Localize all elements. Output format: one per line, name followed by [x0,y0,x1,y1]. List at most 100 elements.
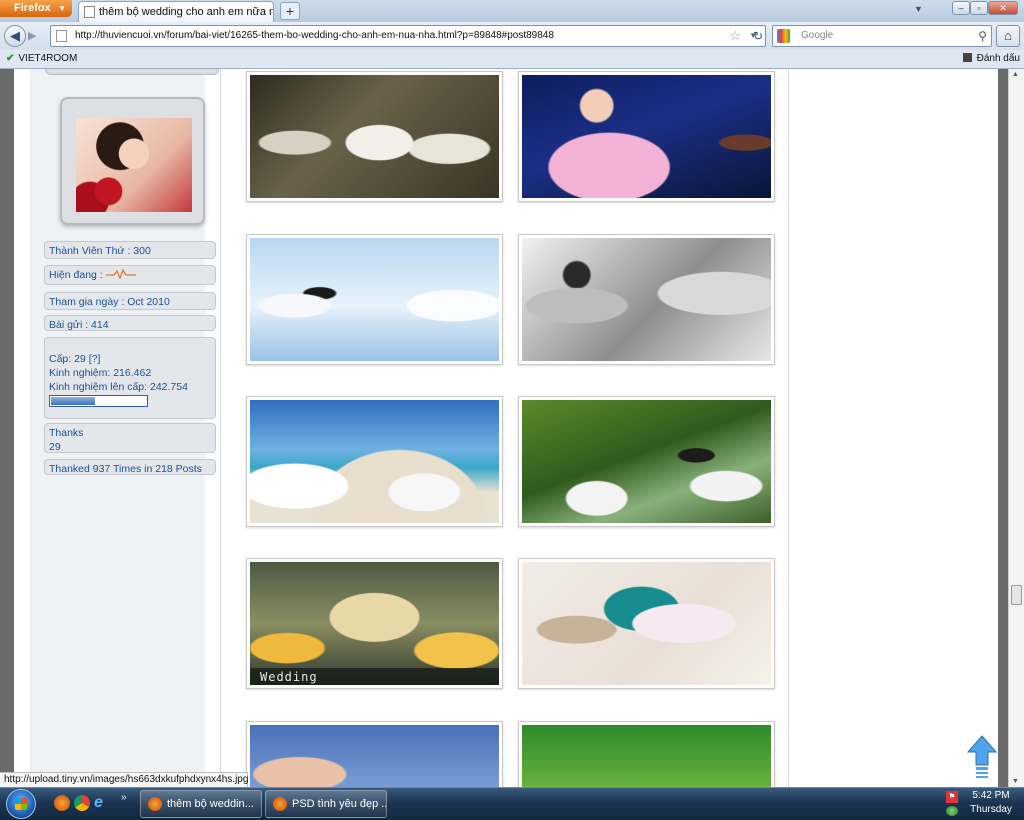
reload-button[interactable]: ↻ [748,25,768,47]
member-number-text: Thành Viên Thứ : 300 [49,245,151,257]
maximize-button[interactable]: ▫ [970,1,988,15]
bookmark-star-icon[interactable]: ☆ [729,26,741,46]
post-count-text: Bài gửi : 414 [49,319,109,331]
next-level-text: Kinh nghiệm lên cấp: 242.754 [49,381,188,393]
bookmarks-toolbar: ✔ VIET4ROOM Đánh dấu [0,50,1024,69]
forward-button[interactable]: ▶ [28,28,44,44]
avatar-frame [60,97,205,225]
post-right-border [788,69,789,787]
wedding-photo[interactable] [246,71,503,202]
photo-caption: Wedding [260,670,318,684]
status-url: http://upload.tiny.vn/images/hs663dxkufp… [4,774,249,785]
scroll-thumb[interactable] [1011,585,1022,605]
profile-box-edge [45,69,219,75]
photo-image [522,725,771,787]
close-button[interactable]: ✕ [988,1,1018,15]
avatar[interactable] [76,118,192,212]
wedding-photo[interactable] [518,71,775,202]
experience-progress-bar [49,395,148,407]
search-icon[interactable]: ⚲ [978,26,987,46]
wedding-photo[interactable]: Wedding [246,558,503,689]
back-button[interactable]: ◀ [4,25,26,47]
member-number: Thành Viên Thứ : 300 [44,241,216,259]
google-logo-icon [777,29,790,43]
photo-image [250,75,499,198]
title-bar: Firefox ▼ thêm bộ wedding cho anh em nữa… [0,0,1024,22]
back-arrow-icon: ◀ [10,28,20,43]
taskbar-window-label: PSD tình yêu đẹp ... [292,798,387,810]
thanks-box: Thanks 29 [44,423,216,453]
network-icon[interactable] [946,806,958,816]
system-clock[interactable]: 5:42 PM Thursday [966,789,1016,817]
wedding-photo[interactable] [246,721,503,787]
wedding-photo[interactable] [518,558,775,689]
taskbar: e » thêm bộ weddin... PSD tình yêu đẹp .… [0,787,1024,820]
wedding-photo[interactable] [518,396,775,527]
checkmark-icon: ✔ [6,53,15,64]
search-box[interactable]: Google ⚲ [772,25,992,47]
thanked-box: Thanked 937 Times in 218 Posts [44,459,216,475]
scroll-up-icon[interactable]: ▲ [1012,71,1019,78]
taskbar-window-2[interactable]: PSD tình yêu đẹp ... [265,790,387,818]
pulse-icon [105,269,136,279]
online-status: Hiện đang : [44,265,216,285]
firefox-icon[interactable] [54,795,70,811]
photo-image [250,238,499,361]
home-icon: ⌂ [1004,28,1012,43]
navigation-toolbar: ◀ ▶ http://thuviencuoi.vn/forum/bai-viet… [0,22,1024,50]
wedding-photo[interactable] [518,721,775,787]
taskbar-window-label: thêm bộ weddin... [167,798,254,810]
clock-time: 5:42 PM [972,790,1010,801]
internet-explorer-icon[interactable]: e [94,795,110,811]
firefox-menu-button[interactable]: Firefox ▼ [0,0,72,17]
page-viewport: Thành Viên Thứ : 300 Hiện đang : Tham gi… [0,69,1024,787]
experience-progress-fill [51,397,95,405]
bookmarks-icon [962,53,972,62]
firefox-icon [148,797,162,811]
scroll-to-top-icon[interactable] [967,735,997,779]
wedding-photo[interactable] [246,396,503,527]
chrome-icon[interactable] [74,795,90,811]
search-placeholder: Google [801,30,834,41]
start-button[interactable] [6,789,36,819]
bookmarks-menu-button[interactable]: Đánh dấu [962,50,1020,68]
photo-image [522,238,771,361]
vertical-scrollbar[interactable]: ▲ ▼ [1008,69,1024,787]
minimize-button[interactable]: – [952,1,970,15]
taskbar-window-1[interactable]: thêm bộ weddin... [140,790,262,818]
join-date: Tham gia ngày : Oct 2010 [44,292,216,310]
action-center-flag-icon[interactable]: ⚑ [946,791,958,803]
tab-list-chevron-icon[interactable]: ▼ [914,4,923,14]
reload-icon: ↻ [752,29,764,43]
status-bar: http://upload.tiny.vn/images/hs663dxkufp… [0,772,248,788]
photo-image [522,400,771,523]
tab-title: thêm bộ wedding cho anh em nữa nha [99,6,274,18]
chevron-right-icon[interactable]: » [121,792,127,803]
site-favicon-icon [56,30,67,42]
page-favicon-icon [84,6,95,18]
level-text: Cấp: 29 [?] [49,353,101,365]
windows-logo-icon [15,798,27,810]
wedding-photo[interactable] [518,234,775,365]
address-bar[interactable]: http://thuviencuoi.vn/forum/bai-viet/162… [50,25,766,47]
firefox-icon [273,797,287,811]
scroll-down-icon[interactable]: ▼ [1012,778,1019,785]
thanked-text: Thanked 937 Times in 218 Posts [49,463,202,475]
wedding-photo[interactable] [246,234,503,365]
chevron-down-icon: ▼ [58,4,66,13]
new-tab-button[interactable]: + [280,2,300,20]
firefox-menu-label: Firefox [14,2,51,14]
bookmark-viet4room[interactable]: ✔ VIET4ROOM [6,50,77,68]
photo-image [250,725,499,787]
post-count: Bài gửi : 414 [44,315,216,331]
clock-day: Thursday [970,804,1012,815]
thanks-count: 29 [49,441,61,453]
thanks-label: Thanks [49,427,84,439]
photo-image: Wedding [250,562,499,685]
experience-text: Kinh nghiệm: 216.462 [49,367,152,379]
tab-current[interactable]: thêm bộ wedding cho anh em nữa nha [78,1,274,22]
online-status-label: Hiện đang : [49,269,103,281]
photo-image [522,562,771,685]
home-button[interactable]: ⌂ [996,25,1020,47]
level-box: Cấp: 29 [?] Kinh nghiệm: 216.462 Kinh ng… [44,337,216,419]
